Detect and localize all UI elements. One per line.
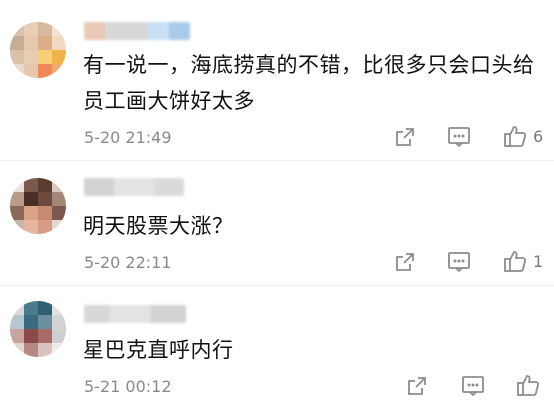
username[interactable]	[84, 22, 190, 40]
timestamp: 5-20 21:49	[84, 128, 172, 147]
share-icon[interactable]	[392, 124, 418, 150]
comment-item: 星巴克直呼内行 5-21 00:12	[0, 285, 554, 407]
comment-text: 星巴克直呼内行	[83, 338, 234, 362]
timestamp: 5-21 00:12	[84, 377, 172, 396]
comment-text: 有一说一，海底捞真的不错，比很多只会口头给员工画大饼好太多	[83, 53, 535, 113]
thumbs-up-icon[interactable]	[502, 123, 528, 149]
reply-icon[interactable]	[446, 249, 472, 275]
avatar[interactable]	[10, 301, 66, 357]
comment-item: 有一说一，海底捞真的不错，比很多只会口头给员工画大饼好太多 5-20 21:49…	[0, 0, 554, 150]
avatar[interactable]	[10, 178, 66, 234]
reply-icon[interactable]	[460, 373, 486, 399]
share-icon[interactable]	[392, 249, 418, 275]
share-icon[interactable]	[404, 373, 430, 399]
like-count: 1	[533, 252, 544, 271]
timestamp: 5-20 22:11	[84, 253, 172, 272]
username[interactable]	[84, 305, 186, 323]
thumbs-up-icon[interactable]	[502, 248, 528, 274]
comment-text: 明天股票大涨？	[83, 214, 234, 238]
username[interactable]	[84, 178, 184, 196]
avatar[interactable]	[10, 22, 66, 78]
comment-item: 明天股票大涨？ 5-20 22:11 1	[0, 160, 554, 285]
like-count: 6	[533, 127, 544, 146]
thumbs-up-icon[interactable]	[515, 372, 541, 398]
reply-icon[interactable]	[446, 124, 472, 150]
